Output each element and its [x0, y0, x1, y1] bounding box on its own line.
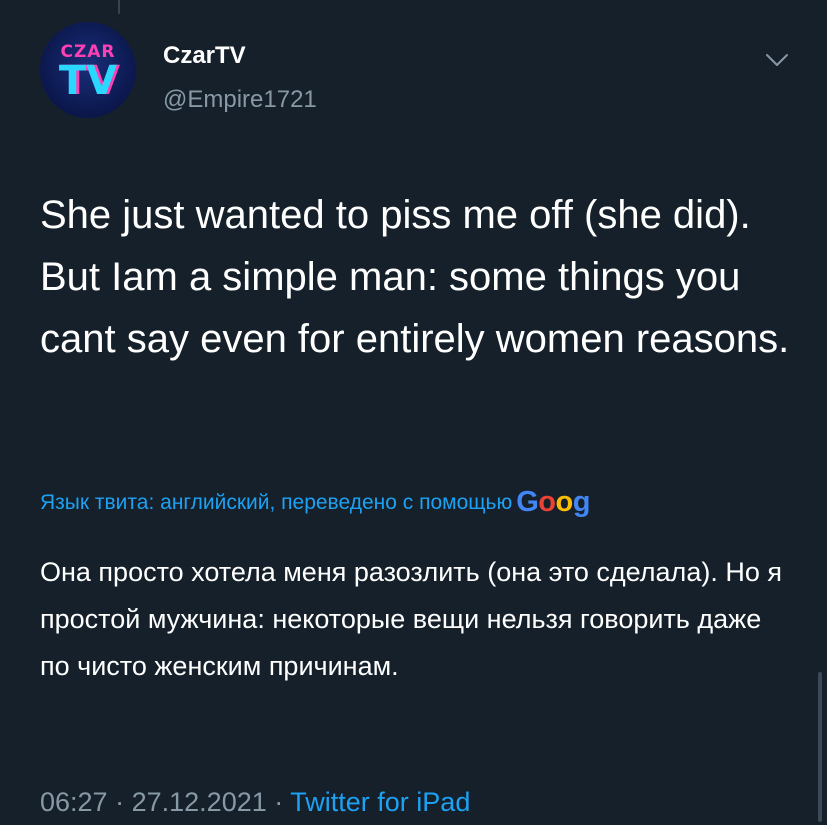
author-display-name[interactable]: CzarTV [163, 42, 246, 70]
translation-label[interactable]: Язык твита: английский, переведено с пом… [40, 491, 512, 514]
tweet-time[interactable]: 06:27 [40, 787, 108, 817]
google-logo-letter: o [538, 486, 556, 518]
google-logo: Goog [516, 486, 590, 518]
google-logo-letter: G [516, 486, 539, 518]
google-logo-letter: o [555, 486, 574, 518]
tweet-text: She just wanted to piss me off (she did)… [40, 193, 790, 361]
tweet-meta: 06:27 · 27.12.2021 · Twitter for iPad [40, 782, 470, 822]
scrollbar[interactable] [818, 672, 822, 822]
translation-attribution[interactable]: Язык твита: английский, переведено с пом… [40, 484, 787, 520]
translated-tweet-text: Она просто хотела меня разозлить (она эт… [40, 557, 782, 681]
chevron-down-icon[interactable] [765, 52, 789, 68]
tweet-source-link[interactable]: Twitter for iPad [290, 787, 470, 817]
meta-separator: · [115, 787, 125, 817]
thread-connector-line [118, 0, 120, 14]
avatar-bottom-text: TV [58, 58, 118, 104]
tweet-date[interactable]: 27.12.2021 [132, 787, 267, 817]
avatar[interactable]: CZAR TV [40, 22, 136, 118]
author-handle[interactable]: @Empire1721 [163, 86, 317, 114]
google-logo-letter: g [572, 486, 591, 518]
meta-separator: · [274, 787, 284, 817]
